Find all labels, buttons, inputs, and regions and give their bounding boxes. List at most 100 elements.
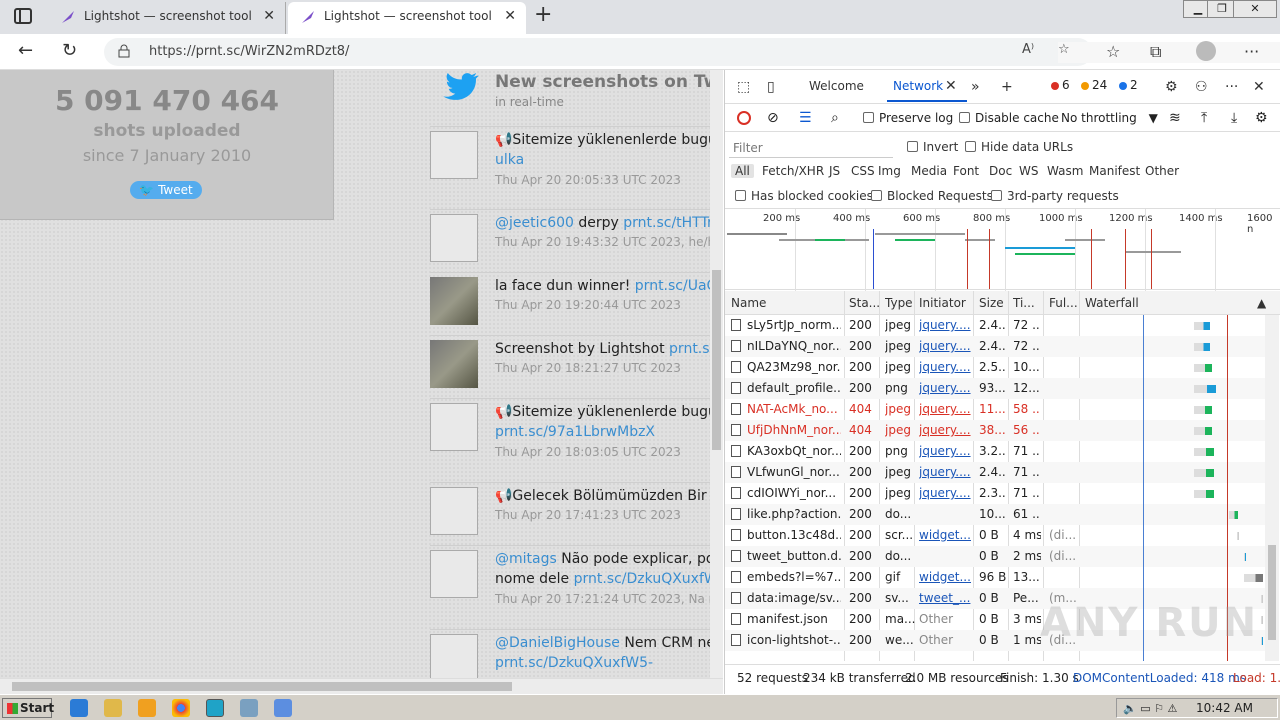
cell-initiator[interactable]: widget.... [919, 570, 971, 584]
filter-icon[interactable]: ☰ [799, 110, 812, 126]
cell-initiator[interactable]: jquery.... [919, 486, 971, 500]
network-conditions-icon[interactable]: ≋ [1169, 110, 1181, 126]
col-size[interactable]: Size [979, 296, 1004, 310]
avatar[interactable] [430, 403, 478, 451]
waterfall-bar[interactable] [1194, 364, 1212, 372]
page-horizontal-scrollbar[interactable] [0, 678, 723, 694]
cell-initiator[interactable]: jquery.... [919, 360, 971, 374]
blocked-requests-checkbox[interactable]: Blocked Requests [871, 189, 993, 203]
request-row[interactable]: KA3oxbQt_nor... 200 png jquery.... 3.2... 71 … [725, 441, 1265, 462]
edge-icon[interactable] [206, 699, 224, 717]
waterfall-bar[interactable] [1194, 343, 1210, 351]
profile-avatar[interactable] [1196, 41, 1216, 61]
waterfall-bar[interactable] [1244, 574, 1263, 582]
request-row[interactable]: embeds?l=%7... 200 gif widget.... 96 B 13... [725, 567, 1265, 588]
close-tab-icon[interactable]: ✕ [504, 2, 516, 30]
scroll-thumb[interactable] [712, 270, 721, 450]
window-app-icon[interactable] [240, 699, 258, 717]
tray-icons[interactable]: 🔈 ▭ ⚐ ⚠ [1123, 702, 1177, 715]
new-tab-button[interactable]: + [534, 2, 552, 27]
disable-cache-checkbox[interactable]: Disable cache [959, 111, 1059, 125]
col-waterfall[interactable]: Waterfall [1085, 296, 1139, 310]
type-filter-manifest[interactable]: Manifest [1089, 164, 1140, 178]
close-tab-icon[interactable]: ✕ [263, 2, 275, 30]
tweet-link[interactable]: prnt.sc/tHTTrjv4 [623, 215, 710, 231]
col-name[interactable]: Name [731, 296, 766, 310]
search-icon[interactable]: ⌕ [831, 110, 839, 126]
cell-initiator[interactable]: jquery.... [919, 444, 971, 458]
tab-network[interactable]: Network [886, 79, 968, 102]
col-type[interactable]: Type [885, 296, 913, 310]
type-filter-css[interactable]: CSS [851, 164, 875, 178]
timeline-overview[interactable]: 200 ms 400 ms 600 ms 800 ms 1000 ms 1200… [725, 208, 1280, 291]
col-status[interactable]: Sta... [849, 296, 879, 310]
refresh-icon[interactable]: ↻ [62, 40, 77, 61]
tweet-link[interactable]: prnt.sc/DzkuQXuxfW5- [495, 655, 710, 671]
chrome-icon[interactable] [172, 699, 190, 717]
request-row[interactable]: button.13c48d... 200 scr... widget.... 0 B 4 … [725, 525, 1265, 546]
preserve-log-checkbox[interactable]: Preserve log [863, 111, 953, 125]
request-row[interactable]: QA23Mz98_nor... 200 jpeg jquery.... 2.5... 10… [725, 357, 1265, 378]
browser-tab-2[interactable]: Lightshot — screenshot tool for M ✕ [288, 2, 526, 34]
cell-initiator[interactable]: jquery.... [919, 423, 971, 437]
avatar[interactable] [430, 487, 478, 535]
throttling-select[interactable]: No throttling ▼ [1061, 111, 1158, 125]
type-filter-font[interactable]: Font [953, 164, 979, 178]
waterfall-bar[interactable] [1261, 616, 1263, 624]
avatar[interactable] [430, 550, 478, 598]
close-devtools-icon[interactable]: ✕ [1253, 79, 1265, 95]
waterfall-bar[interactable] [1194, 385, 1216, 393]
request-row[interactable]: UfjDhNnM_nor... 404 jpeg jquery.... 38... 56 … [725, 420, 1265, 441]
invert-checkbox[interactable]: Invert [907, 140, 958, 154]
type-filter-all[interactable]: All [731, 164, 754, 178]
more-tabs-icon[interactable]: » [971, 79, 980, 95]
col-time[interactable]: Ti... [1013, 296, 1035, 310]
clear-icon[interactable]: ⊘ [767, 110, 779, 126]
request-row[interactable]: VLfwunGl_nor... 200 jpeg jquery.... 2.4... 71… [725, 462, 1265, 483]
third-party-checkbox[interactable]: 3rd-party requests [991, 189, 1119, 203]
tab-welcome[interactable]: Welcome [809, 79, 864, 93]
waterfall-bar[interactable] [1194, 448, 1214, 456]
tweet-link[interactable]: prnt.sc/97a1LbrwMbzX [495, 424, 710, 440]
cell-initiator[interactable]: jquery.... [919, 402, 971, 416]
waterfall-bar[interactable] [1261, 637, 1263, 645]
tweet-link[interactable]: prnt.sc/w [669, 341, 710, 357]
internet-explorer-icon[interactable] [70, 699, 88, 717]
type-filter-wasm[interactable]: Wasm [1047, 164, 1083, 178]
tweet-link[interactable]: prnt.sc/DzkuQXuxfW5- [574, 571, 710, 587]
add-tab-icon[interactable]: + [1001, 79, 1013, 95]
back-icon[interactable]: ← [18, 40, 33, 61]
warning-badge[interactable]: 24 [1081, 78, 1107, 96]
waterfall-bar[interactable] [1194, 469, 1214, 477]
close-window-button[interactable]: ✕ [1233, 0, 1277, 18]
info-badge[interactable]: 2 [1119, 78, 1138, 96]
tweet-mention[interactable]: @DanielBigHouse [495, 635, 620, 651]
cell-initiator[interactable]: tweet_... [919, 591, 971, 605]
avatar[interactable] [430, 340, 478, 388]
request-row[interactable]: default_profile... 200 png jquery.... 93... 1… [725, 378, 1265, 399]
tweet-mention[interactable]: @mitags [495, 551, 557, 567]
type-filter-js[interactable]: JS [829, 164, 840, 178]
request-row[interactable]: nILDaYNQ_nor... 200 jpeg jquery.... 2.4... 72… [725, 336, 1265, 357]
cell-initiator[interactable]: jquery.... [919, 381, 971, 395]
sort-up-icon[interactable]: ▲ [1257, 296, 1266, 310]
waterfall-bar[interactable] [1261, 595, 1263, 603]
type-filter-other[interactable]: Other [1145, 164, 1179, 178]
avatar[interactable] [430, 634, 478, 682]
type-filter-media[interactable]: Media [911, 164, 947, 178]
waterfall-bar[interactable] [1194, 322, 1210, 330]
tab-actions-icon[interactable] [14, 8, 32, 24]
import-har-icon[interactable]: ⤒ [1201, 110, 1207, 126]
collections-icon[interactable]: ⧉ [1150, 42, 1161, 62]
request-row[interactable]: sLy5rtJp_norm... 200 jpeg jquery.... 2.4... 7… [725, 315, 1265, 336]
device-toolbar-icon[interactable]: ▯ [767, 79, 775, 95]
type-filter-fetch[interactable]: Fetch/XHR [762, 164, 824, 178]
tweet-link[interactable]: prnt.sc/UaQ0V [635, 278, 710, 294]
col-initiator[interactable]: Initiator [919, 296, 966, 310]
customize-icon[interactable]: ⚇ [1195, 79, 1208, 95]
browser-tab-1[interactable]: Lightshot — screenshot tool for M ✕ [48, 2, 286, 34]
type-filter-img[interactable]: Img [878, 164, 901, 178]
request-row[interactable]: cdIOIWYi_nor... 200 jpeg jquery.... 2.3... 71… [725, 483, 1265, 504]
tweet-button[interactable]: 🐦 Tweet [130, 181, 202, 199]
waterfall-bar[interactable] [1194, 490, 1214, 498]
